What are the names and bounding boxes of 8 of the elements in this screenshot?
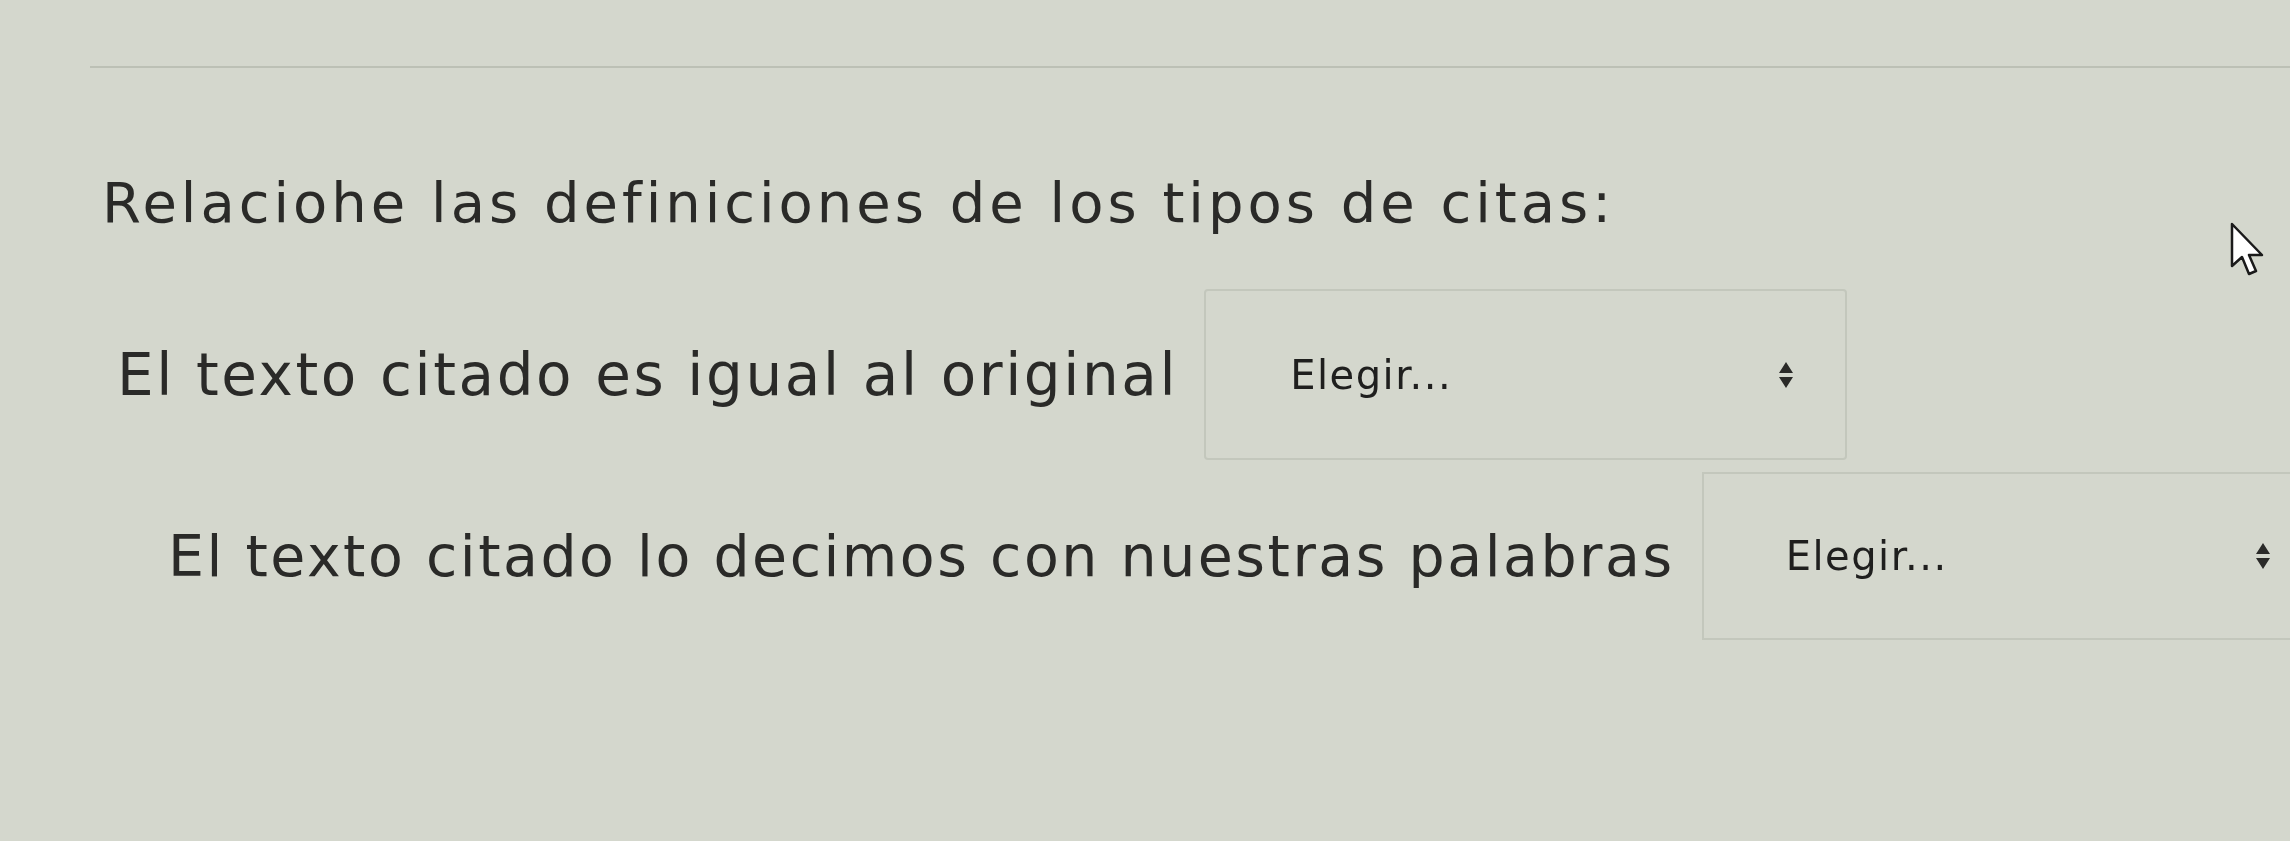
up-down-arrows-icon — [2256, 543, 2270, 569]
up-down-arrows-icon — [1779, 361, 1794, 388]
choice-select[interactable]: Elegir... — [1701, 472, 2290, 640]
question-text: Relaciohe las definiciones de los tipos de citas: — [102, 170, 1616, 236]
definition-text: El texto citado es igual al original — [117, 341, 1179, 408]
choice-select[interactable]: Elegir... — [1204, 289, 1848, 460]
mouse-pointer-icon — [2230, 222, 2264, 277]
definition-text: El texto citado lo decimos con nuestras palabras — [168, 523, 1675, 589]
